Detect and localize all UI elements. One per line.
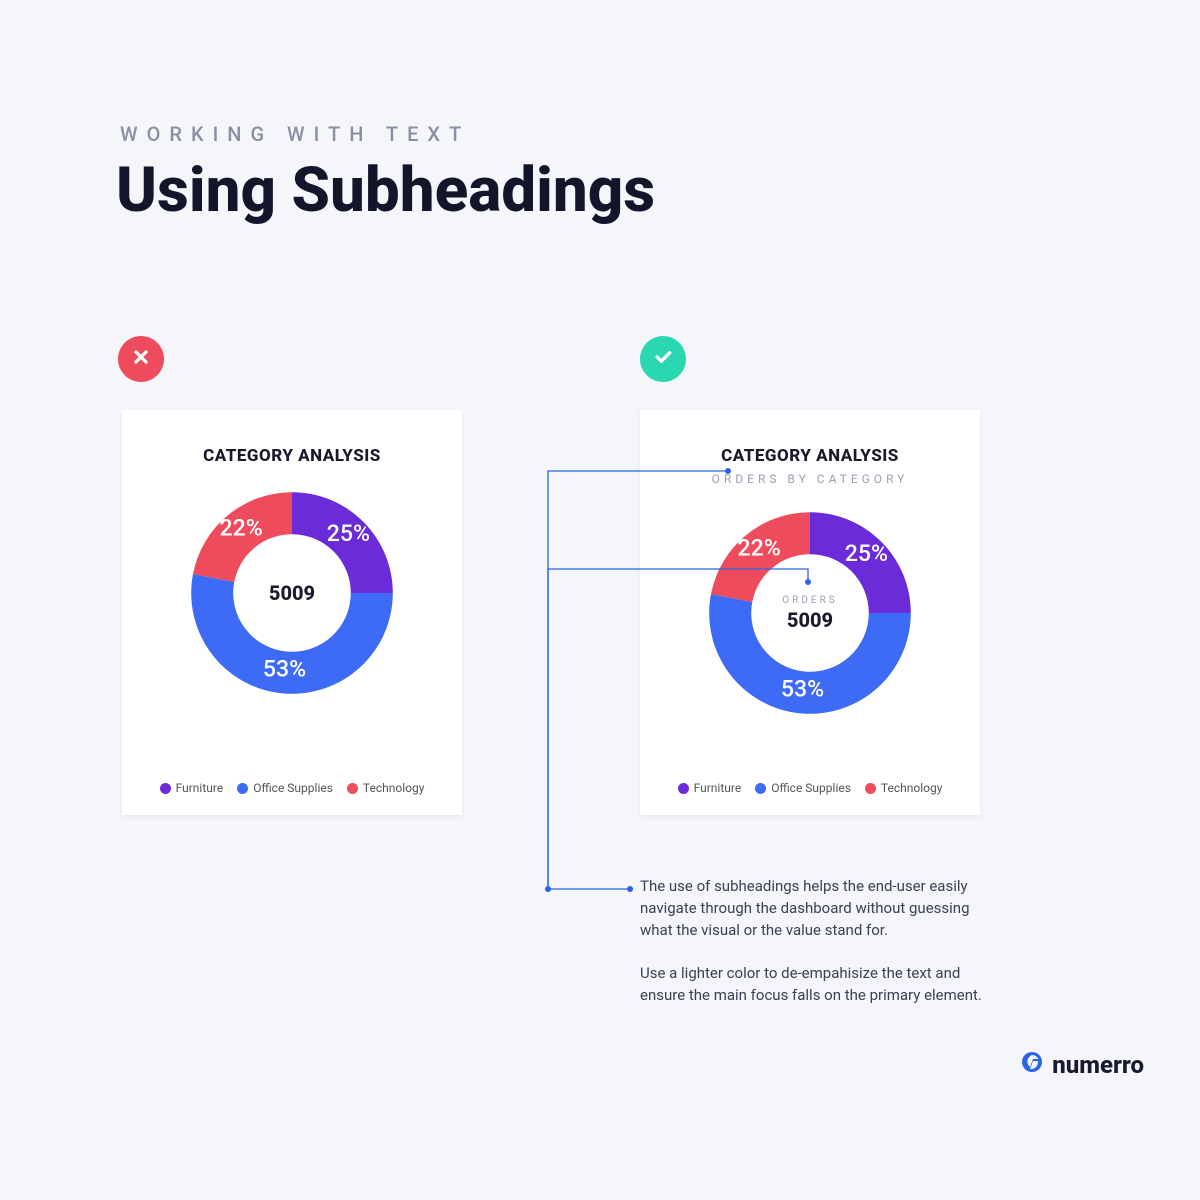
good-card-title: CATEGORY ANALYSIS — [721, 446, 899, 466]
legend-item: Office Supplies — [253, 781, 333, 795]
good-donut-chart: 25%53%22% ORDERS 5009 — [705, 508, 915, 718]
legend-item: Technology — [881, 781, 942, 795]
page-title: Using Subheadings — [116, 154, 655, 227]
check-icon — [653, 347, 673, 371]
explain-p2: Use a lighter color to de-empahisize the… — [640, 963, 1000, 1007]
brand-name: numerro — [1052, 1051, 1144, 1079]
brand-logo: numerro — [1020, 1050, 1144, 1080]
legend-item: Technology — [363, 781, 424, 795]
numerro-icon — [1020, 1050, 1044, 1080]
legend-item: Office Supplies — [771, 781, 851, 795]
good-badge — [640, 336, 686, 382]
bad-donut-chart: 25%53%22% 5009 — [187, 488, 397, 698]
eyebrow-label: WORKING WITH TEXT — [120, 122, 470, 146]
x-icon — [131, 347, 151, 371]
explanation-text: The use of subheadings helps the end-use… — [640, 876, 1000, 1007]
bad-card-title: CATEGORY ANALYSIS — [203, 446, 381, 466]
legend-item: Furniture — [176, 781, 224, 795]
explain-p1: The use of subheadings helps the end-use… — [640, 876, 1000, 941]
good-card-subtitle: ORDERS BY CATEGORY — [712, 472, 909, 486]
good-center-value: 5009 — [787, 608, 833, 632]
good-legend: Furniture Office Supplies Technology — [678, 781, 943, 795]
bad-center-value: 5009 — [269, 581, 315, 605]
bad-legend: Furniture Office Supplies Technology — [160, 781, 425, 795]
good-center-label: ORDERS — [782, 595, 837, 606]
bad-badge — [118, 336, 164, 382]
bad-example-card: CATEGORY ANALYSIS 25%53%22% 5009 Furnitu… — [122, 410, 462, 815]
good-example-card: CATEGORY ANALYSIS ORDERS BY CATEGORY 25%… — [640, 410, 980, 815]
legend-item: Furniture — [694, 781, 742, 795]
